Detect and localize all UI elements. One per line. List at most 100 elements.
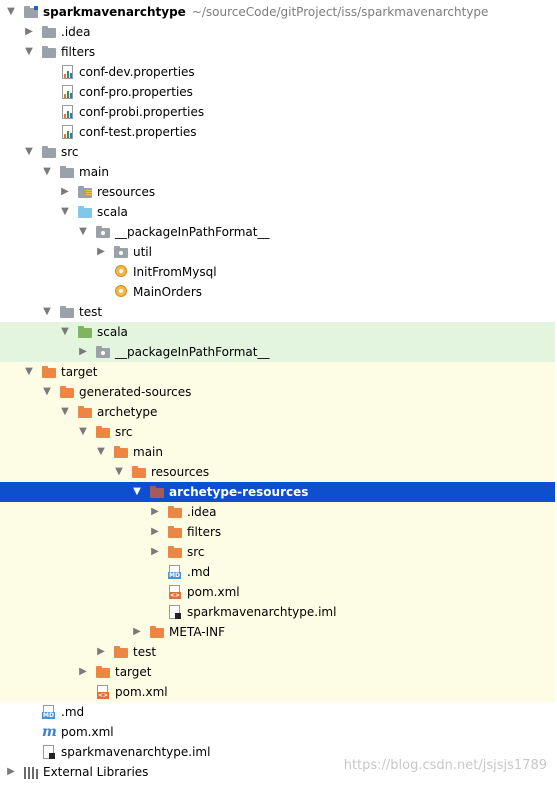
tree-row-main[interactable]: ▼ main — [0, 162, 555, 182]
tree-row-ar-iml[interactable]: sparkmavenarchtype.iml — [0, 602, 555, 622]
tree-row-archetype-src[interactable]: ▼ src — [0, 422, 555, 442]
chevron-down-icon[interactable]: ▼ — [77, 222, 89, 242]
project-path: ~/sourceCode/gitProject/iss/sparkmavenar… — [191, 5, 489, 19]
tree-row-ar-md[interactable]: MD .md — [0, 562, 555, 582]
module-folder-icon — [23, 5, 39, 19]
excluded-folder-icon — [167, 505, 183, 519]
folder-icon — [41, 145, 57, 159]
tree-row-archetype-target[interactable]: ▶ target — [0, 662, 555, 682]
chevron-down-icon[interactable]: ▼ — [23, 362, 35, 382]
folder-label: test — [79, 305, 103, 319]
chevron-right-icon[interactable]: ▶ — [77, 342, 89, 362]
tree-row-target[interactable]: ▼ target — [0, 362, 555, 382]
test-root-folder-icon — [77, 325, 93, 339]
folder-icon — [41, 25, 57, 39]
excluded-folder-icon — [113, 445, 129, 459]
folder-label: archetype-resources — [169, 485, 309, 499]
resources-folder-icon — [77, 185, 93, 199]
tree-row-root-md[interactable]: MD .md — [0, 702, 555, 722]
properties-file-icon — [60, 105, 76, 119]
chevron-down-icon[interactable]: ▼ — [41, 382, 53, 402]
class-label: MainOrders — [133, 285, 202, 299]
tree-row-test-scala[interactable]: ▼ scala — [0, 322, 555, 342]
tree-row-archetype-resources[interactable]: ▼ archetype-resources — [0, 482, 555, 502]
chevron-down-icon[interactable]: ▼ — [41, 162, 53, 182]
folder-label: META-INF — [169, 625, 226, 639]
tree-row-util[interactable]: ▶ util — [0, 242, 555, 262]
package-label: __packageInPathFormat__ — [115, 345, 270, 359]
chevron-down-icon[interactable]: ▼ — [41, 302, 53, 322]
chevron-down-icon[interactable]: ▼ — [23, 42, 35, 62]
chevron-down-icon[interactable]: ▼ — [113, 462, 125, 482]
chevron-right-icon[interactable]: ▶ — [95, 242, 107, 262]
folder-label: scala — [97, 325, 128, 339]
chevron-right-icon[interactable]: ▶ — [149, 502, 161, 522]
watermark: https://blog.csdn.net/jsjsjs1789 — [343, 758, 547, 773]
folder-label: .idea — [187, 505, 217, 519]
chevron-right-icon[interactable]: ▶ — [23, 22, 35, 42]
tree-row-ar-idea[interactable]: ▶ .idea — [0, 502, 555, 522]
chevron-right-icon[interactable]: ▶ — [95, 642, 107, 662]
tree-row-archetype[interactable]: ▼ archetype — [0, 402, 555, 422]
chevron-down-icon[interactable]: ▼ — [131, 482, 143, 502]
file-label: pom.xml — [61, 725, 114, 739]
chevron-right-icon[interactable]: ▶ — [149, 542, 161, 562]
tree-row-project-root[interactable]: ▼ sparkmavenarchtype ~/sourceCode/gitProj… — [0, 2, 555, 22]
package-label: __packageInPathFormat__ — [115, 225, 270, 239]
chevron-right-icon[interactable]: ▶ — [131, 622, 143, 642]
chevron-right-icon[interactable]: ▶ — [149, 522, 161, 542]
excluded-folder-icon — [59, 385, 75, 399]
tree-row-conf-probi[interactable]: conf-probi.properties — [0, 102, 555, 122]
tree-row-ar-pom[interactable]: <> pom.xml — [0, 582, 555, 602]
chevron-right-icon[interactable]: ▶ — [77, 662, 89, 682]
package-label: util — [133, 245, 152, 259]
chevron-down-icon[interactable]: ▼ — [5, 2, 17, 22]
file-label: .md — [61, 705, 85, 719]
scala-object-icon — [115, 285, 127, 297]
folder-label: target — [61, 365, 98, 379]
folder-label: .idea — [61, 25, 91, 39]
chevron-down-icon[interactable]: ▼ — [77, 422, 89, 442]
tree-row-conf-pro[interactable]: conf-pro.properties — [0, 82, 555, 102]
folder-label: src — [61, 145, 79, 159]
excluded-folder-icon — [167, 525, 183, 539]
tree-row-package-path[interactable]: ▼ __packageInPathFormat__ — [0, 222, 555, 242]
chevron-down-icon[interactable]: ▼ — [59, 202, 71, 222]
tree-row-idea[interactable]: ▶ .idea — [0, 22, 555, 42]
tree-row-ar-src[interactable]: ▶ src — [0, 542, 555, 562]
chevron-down-icon[interactable]: ▼ — [23, 142, 35, 162]
tree-row-scala[interactable]: ▼ scala — [0, 202, 555, 222]
tree-row-archetype-pom[interactable]: <> pom.xml — [0, 682, 555, 702]
tree-row-main-orders[interactable]: MainOrders — [0, 282, 555, 302]
source-root-folder-icon — [77, 205, 93, 219]
chevron-down-icon[interactable]: ▼ — [59, 402, 71, 422]
tree-row-conf-dev[interactable]: conf-dev.properties — [0, 62, 555, 82]
properties-file-icon — [60, 125, 76, 139]
tree-row-conf-test[interactable]: conf-test.properties — [0, 122, 555, 142]
file-label: pom.xml — [115, 685, 168, 699]
tree-row-meta-inf[interactable]: ▶ META-INF — [0, 622, 555, 642]
tree-row-ar-filters[interactable]: ▶ filters — [0, 522, 555, 542]
tree-row-test-package-path[interactable]: ▶ __packageInPathFormat__ — [0, 342, 555, 362]
chevron-down-icon[interactable]: ▼ — [59, 322, 71, 342]
tree-row-archetype-resources-parent[interactable]: ▼ resources — [0, 462, 555, 482]
folder-label: resources — [151, 465, 210, 479]
tree-row-src[interactable]: ▼ src — [0, 142, 555, 162]
file-label: conf-dev.properties — [79, 65, 195, 79]
excluded-folder-icon — [149, 485, 165, 499]
tree-row-archetype-main[interactable]: ▼ main — [0, 442, 555, 462]
tree-row-test[interactable]: ▼ test — [0, 302, 555, 322]
tree-row-archetype-test[interactable]: ▶ test — [0, 642, 555, 662]
folder-label: filters — [187, 525, 222, 539]
chevron-right-icon[interactable]: ▶ — [59, 182, 71, 202]
tree-row-resources[interactable]: ▶ resources — [0, 182, 555, 202]
tree-row-generated-sources[interactable]: ▼ generated-sources — [0, 382, 555, 402]
tree-row-filters[interactable]: ▼ filters — [0, 42, 555, 62]
xml-file-icon: <> — [95, 685, 111, 699]
tree-row-init-from-mysql[interactable]: InitFromMysql — [0, 262, 555, 282]
tree-row-root-pom[interactable]: m pom.xml — [0, 722, 555, 742]
maven-icon: m — [42, 724, 57, 740]
chevron-down-icon[interactable]: ▼ — [95, 442, 107, 462]
libraries-label: External Libraries — [43, 765, 149, 779]
chevron-right-icon[interactable]: ▶ — [5, 762, 17, 782]
